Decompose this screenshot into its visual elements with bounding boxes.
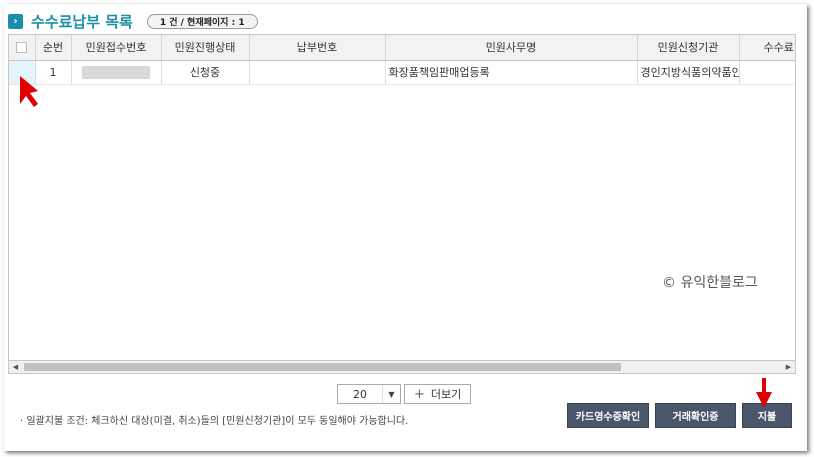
redacted-receipt-no (82, 65, 150, 79)
cell-agency: 경인지방식품의약품안전청 (637, 60, 740, 85)
scroll-left-icon[interactable]: ◀ (9, 361, 22, 373)
page-size-value: 20 (353, 387, 367, 401)
section-arrow-icon: › (8, 13, 23, 29)
scrollbar-thumb[interactable] (24, 363, 621, 371)
page-size-select[interactable]: 20 ▼ (337, 384, 401, 404)
cell-status: 신청중 (161, 60, 250, 85)
blog-watermark: © 유익한블로그 (662, 275, 758, 291)
payment-table: 순번 민원접수번호 민원진행상태 납부번호 민원사무명 민원신청기관 수수료 1… (9, 35, 795, 85)
column-header-payment-no[interactable]: 납부번호 (249, 35, 386, 61)
pager: 20 ▼ + 더보기 (337, 384, 472, 404)
batch-payment-note: · 일괄지불 조건: 체크하신 대상(미결, 취소)들의 [민원신청기관]이 모… (20, 416, 409, 427)
column-header-affair-name[interactable]: 민원사무명 (385, 35, 638, 61)
column-header-status[interactable]: 민원진행상태 (161, 35, 250, 61)
column-header-fee[interactable]: 수수료 (739, 35, 795, 61)
section-header: › 수수료납부 목록 1 건 / 현재페이지 : 1 (8, 10, 258, 32)
column-header-agency[interactable]: 민원신청기관 (637, 35, 740, 61)
plus-icon: + (414, 386, 425, 402)
chevron-down-icon[interactable]: ▼ (382, 385, 400, 403)
select-all-checkbox[interactable] (16, 42, 28, 54)
select-all-header[interactable] (9, 35, 36, 61)
payment-grid: 순번 민원접수번호 민원진행상태 납부번호 민원사무명 민원신청기관 수수료 1… (8, 34, 796, 374)
more-button-label: 더보기 (430, 388, 462, 401)
more-button[interactable]: + 더보기 (404, 384, 472, 404)
column-header-seq[interactable]: 순번 (35, 35, 72, 61)
cell-payment-no (249, 60, 386, 85)
scroll-right-icon[interactable]: ▶ (782, 361, 795, 373)
record-count-badge: 1 건 / 현재페이지 : 1 (146, 13, 258, 29)
table-row[interactable]: 1 신청중 화장품책임판매업등록 경인지방식품의약품안전청 27 (9, 60, 795, 85)
card-receipt-button[interactable]: 카드영수증확인 (567, 403, 649, 428)
cell-receipt-no (71, 60, 162, 85)
annotation-arrow-pay-icon (756, 378, 772, 408)
annotation-arrow-checkbox-icon (20, 76, 38, 107)
horizontal-scrollbar[interactable]: ◀ ▶ (8, 360, 796, 374)
page-title: 수수료납부 목록 (31, 12, 133, 31)
table-header-row: 순번 민원접수번호 민원진행상태 납부번호 민원사무명 민원신청기관 수수료 (9, 35, 795, 61)
transaction-certificate-button[interactable]: 거래확인증 (655, 403, 736, 428)
cell-affair-name: 화장품책임판매업등록 (385, 60, 638, 85)
column-header-receipt-no[interactable]: 민원접수번호 (71, 35, 162, 61)
cell-fee: 27 (739, 60, 795, 85)
